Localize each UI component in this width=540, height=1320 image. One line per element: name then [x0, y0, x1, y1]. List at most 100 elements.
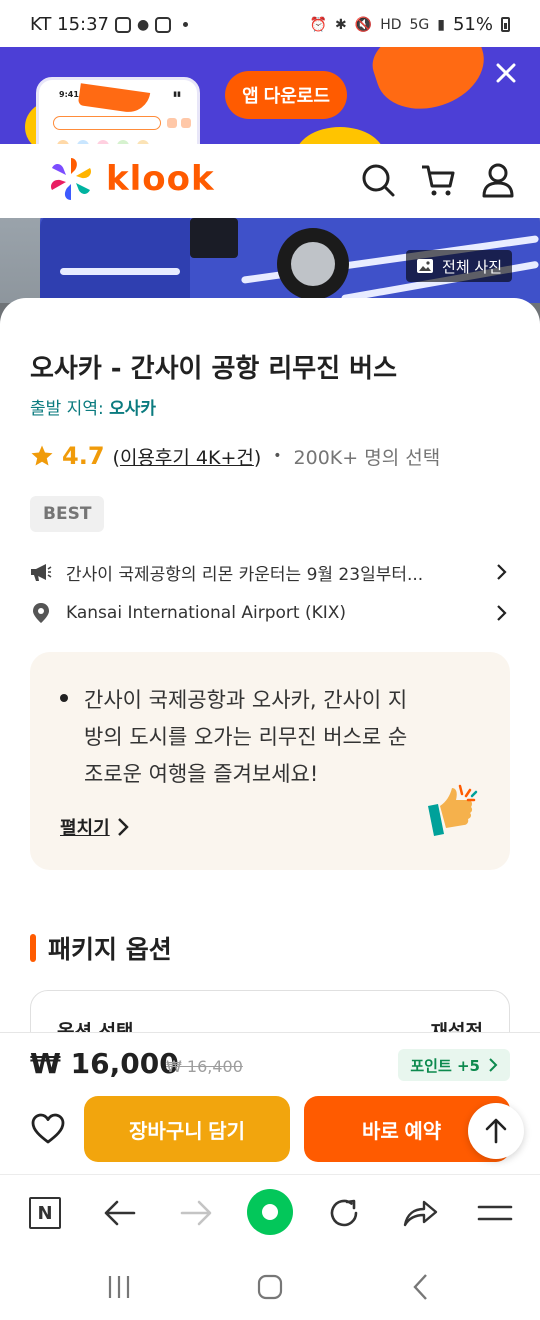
product-title: 오사카 - 간사이 공항 리무진 버스: [30, 354, 398, 384]
expand-label: 펼치기: [60, 818, 110, 839]
chevron-right-icon: [489, 1058, 498, 1072]
mockup-time: 9:41: [59, 90, 79, 99]
mute-icon: 🔇: [354, 16, 373, 33]
image-icon: [417, 259, 434, 273]
cart-icon[interactable]: [420, 162, 456, 198]
alarm-icon: ⏰: [309, 16, 328, 33]
menu-button[interactable]: [475, 1193, 515, 1233]
notice-row[interactable]: 간사이 국제공항의 리몬 카운터는 9월 23일부터...: [30, 556, 510, 588]
home-icon[interactable]: [255, 1272, 285, 1302]
naver-n-icon: N: [29, 1197, 61, 1229]
bullet-icon: [60, 694, 68, 702]
chevron-right-icon: [497, 605, 507, 621]
arrow-right-icon: [180, 1200, 212, 1226]
wishlist-heart-icon[interactable]: [30, 1111, 66, 1147]
package-section-title: 패키지 옵션: [48, 935, 172, 964]
thumbs-up-icon: [428, 784, 478, 836]
arrow-left-icon: [104, 1200, 136, 1226]
back-icon[interactable]: [407, 1272, 437, 1302]
search-icon[interactable]: [360, 162, 396, 198]
recent-apps-icon[interactable]: [104, 1272, 134, 1302]
mockup-signal-icon: ▮▮: [173, 90, 181, 98]
arrow-up-icon: [485, 1118, 507, 1144]
klook-logo[interactable]: klook: [46, 156, 215, 202]
departure-info: 출발 지역: 오사카: [30, 394, 156, 419]
expand-button[interactable]: 펼치기: [60, 814, 130, 840]
original-price: ₩ 16,400: [166, 1057, 243, 1076]
carrier-time: KT 15:37: [30, 14, 109, 35]
decorative-shape: [295, 127, 385, 144]
star-icon: [31, 445, 53, 466]
mockup-orange-shape: [77, 83, 151, 115]
separator-dot: •: [273, 448, 282, 464]
battery-percent: 51%: [452, 14, 493, 35]
instagram-icon: [115, 16, 131, 33]
bus-wheel: [277, 228, 349, 300]
departure-label: 출발 지역:: [30, 399, 104, 419]
bus-window: [190, 218, 238, 258]
points-badge[interactable]: 포인트 +5: [398, 1049, 510, 1081]
mockup-chip: [167, 118, 177, 128]
points-label: 포인트 +5: [410, 1056, 480, 1075]
review-open: (: [112, 446, 120, 469]
bluetooth-icon: ✱: [335, 16, 347, 33]
share-button[interactable]: [400, 1193, 440, 1233]
site-header: klook: [0, 144, 540, 218]
rating-value: 4.7: [62, 442, 105, 470]
location-text: Kansai International Airport (KIX): [66, 603, 347, 623]
mockup-search-bar: [53, 116, 161, 130]
scroll-to-top-button[interactable]: [468, 1103, 524, 1159]
naver-home-button[interactable]: N: [25, 1193, 65, 1233]
review-close: ): [253, 446, 262, 469]
instagram-icon: [155, 16, 172, 33]
chevron-right-icon: [497, 564, 507, 580]
product-card: 오사카 - 간사이 공항 리무진 버스 출발 지역: 오사카 4.7 (이용후기…: [0, 298, 540, 1070]
notice-text: 간사이 국제공항의 리몬 카운터는 9월 23일부터...: [66, 564, 424, 585]
mockup-chip: [181, 118, 191, 128]
bus-stripe: [60, 268, 180, 275]
review-link[interactable]: (이용후기 4K+건): [113, 443, 262, 470]
all-photos-label: 전체 사진: [442, 257, 502, 276]
app-promo-banner[interactable]: 9:41 ▮▮ 앱 다운로드: [0, 47, 540, 144]
booked-count: 200K+ 명의 선택: [293, 446, 441, 469]
close-icon[interactable]: [494, 61, 518, 85]
purchase-bar: ₩ 16,000 ₩ 16,400 포인트 +5 장바구니 담기 바로 예약: [0, 1032, 540, 1174]
status-left: KT 15:37 ●: [30, 14, 189, 35]
rating-row: 4.7 (이용후기 4K+건) • 200K+ 명의 선택: [30, 442, 440, 470]
hamburger-menu-icon: [477, 1205, 513, 1221]
more-notifications-icon: [183, 22, 189, 27]
logo-text: klook: [106, 159, 215, 199]
refresh-button[interactable]: [324, 1193, 364, 1233]
5g-icon: 5G: [409, 16, 430, 33]
kakaotalk-icon: ●: [137, 16, 150, 33]
app-download-button[interactable]: 앱 다운로드: [225, 71, 347, 119]
phone-mockup-image: 9:41 ▮▮: [36, 77, 200, 144]
status-right: ⏰ ✱ 🔇 HD 5G ▮ 51%: [310, 14, 510, 35]
departure-city-link[interactable]: 오사카: [109, 399, 156, 419]
klook-logo-icon: [50, 158, 92, 200]
system-nav-bar: [0, 1250, 540, 1320]
signal-icon: ▮: [437, 16, 445, 33]
review-count: 이용후기 4K+건: [119, 446, 254, 469]
chevron-right-icon: [117, 818, 129, 836]
location-pin-icon: [33, 603, 49, 623]
decorative-shape: [365, 47, 495, 123]
back-button[interactable]: [100, 1193, 140, 1233]
refresh-icon: [330, 1199, 358, 1227]
location-row[interactable]: Kansai International Airport (KIX): [30, 597, 510, 629]
add-to-cart-button[interactable]: 장바구니 담기: [84, 1096, 290, 1162]
share-arrow-icon: [403, 1200, 438, 1227]
highlight-box: 간사이 국제공항과 오사카, 간사이 지방의 도시를 오가는 리무진 버스로 순…: [30, 652, 510, 870]
naver-green-dot-button[interactable]: [247, 1189, 293, 1235]
hd-icon: HD: [380, 16, 402, 33]
all-photos-button[interactable]: 전체 사진: [406, 250, 512, 282]
megaphone-icon: [31, 564, 52, 581]
forward-button[interactable]: [176, 1193, 216, 1233]
price: ₩ 16,000: [30, 1047, 179, 1080]
battery-icon: [501, 17, 510, 32]
package-section-header: 패키지 옵션: [30, 930, 172, 966]
user-icon[interactable]: [480, 162, 516, 198]
browser-toolbar: N: [0, 1174, 540, 1250]
highlight-text: 간사이 국제공항과 오사카, 간사이 지방의 도시를 오가는 리무진 버스로 순…: [84, 688, 408, 786]
status-bar: KT 15:37 ● ⏰ ✱ 🔇 HD 5G ▮ 51%: [0, 0, 540, 48]
